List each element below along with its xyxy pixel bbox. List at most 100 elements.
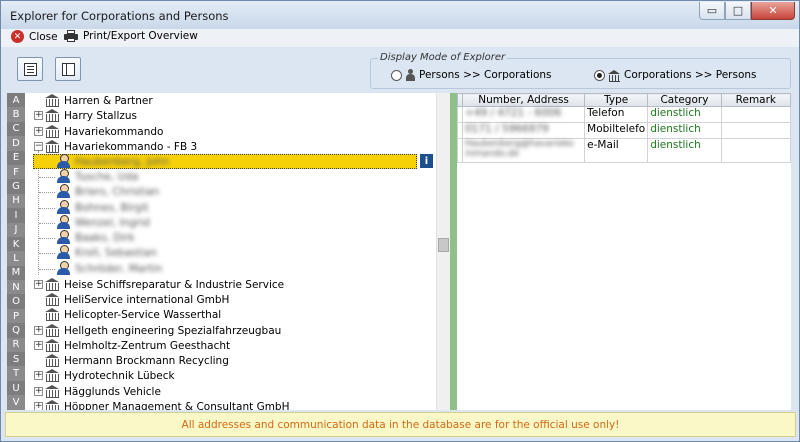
corporation-icon bbox=[45, 385, 60, 398]
corporation-tree[interactable]: i Harren & Partner + Harry Stallzus + Ha… bbox=[25, 93, 436, 410]
expand-toggle[interactable]: + bbox=[34, 326, 43, 335]
person-name: Schröder, Martin bbox=[75, 262, 163, 275]
corporation-icon bbox=[45, 125, 60, 138]
alpha-letter[interactable]: M bbox=[7, 266, 25, 280]
alpha-letter[interactable]: D bbox=[7, 136, 25, 151]
person-name: Baaks, Dirk bbox=[75, 231, 135, 244]
cell-category[interactable]: dienstlich bbox=[647, 138, 722, 163]
expand-toggle[interactable]: + bbox=[34, 402, 43, 410]
table-row[interactable]: 0171 / 5966979 Mobiltelefo dienstlich bbox=[457, 122, 792, 139]
person-icon bbox=[57, 230, 70, 244]
cell-remark[interactable] bbox=[720, 106, 792, 123]
tree-connector bbox=[39, 177, 55, 178]
status-notice: All addresses and communication data in … bbox=[5, 412, 796, 437]
expand-toggle[interactable]: + bbox=[34, 387, 43, 396]
tree-connector bbox=[39, 208, 55, 209]
panel-view-button[interactable] bbox=[55, 57, 81, 81]
radio-circle bbox=[391, 69, 402, 81]
mode-corporations-radio[interactable]: Corporations >> Persons bbox=[594, 69, 757, 82]
display-mode-label: Display Mode of Explorer bbox=[378, 52, 508, 63]
alpha-letter[interactable]: K bbox=[7, 237, 25, 251]
person-icon bbox=[57, 215, 70, 229]
cell-remark[interactable] bbox=[720, 122, 792, 139]
corporation-icon bbox=[45, 369, 60, 382]
corporation-icon bbox=[45, 324, 60, 337]
alpha-letter[interactable]: E bbox=[7, 151, 25, 165]
alpha-letter[interactable]: U bbox=[7, 381, 25, 395]
alpha-letter[interactable]: L bbox=[7, 251, 25, 266]
alpha-letter[interactable]: P bbox=[7, 308, 25, 324]
alpha-letter[interactable]: A bbox=[7, 93, 25, 107]
maximize-button[interactable]: □ bbox=[725, 2, 751, 20]
close-window-button[interactable]: ✕ bbox=[751, 2, 795, 20]
alpha-letter[interactable]: R bbox=[7, 337, 25, 353]
cell-number[interactable]: Haubenberg@havariekommando.de bbox=[461, 138, 586, 163]
cell-category[interactable]: dienstlich bbox=[647, 106, 722, 123]
list-view-button[interactable] bbox=[17, 57, 43, 81]
column-header-number[interactable]: Number, Address bbox=[461, 93, 586, 107]
alpha-letter[interactable]: T bbox=[7, 366, 25, 381]
collapse-toggle[interactable]: − bbox=[34, 142, 43, 151]
table-row[interactable]: Haubenberg@havariekommando.de e-Mail die… bbox=[457, 138, 792, 163]
person-icon bbox=[57, 200, 70, 214]
mode-persons-radio[interactable]: Persons >> Corporations bbox=[391, 69, 552, 81]
alpha-letter[interactable]: Q bbox=[7, 323, 25, 337]
alpha-letter[interactable]: H bbox=[7, 193, 25, 209]
column-header-type[interactable]: Type bbox=[584, 93, 649, 107]
cell-type[interactable]: e-Mail bbox=[584, 138, 649, 163]
cell-number[interactable]: 0171 / 5966979 bbox=[461, 122, 586, 139]
tree-item-label: Hermann Brockmann Recycling bbox=[64, 354, 229, 367]
alpha-letter[interactable]: O bbox=[7, 294, 25, 308]
expand-toggle[interactable]: + bbox=[34, 371, 43, 380]
cell-type[interactable]: Mobiltelefo bbox=[584, 122, 649, 139]
tree-item-label: Havariekommando bbox=[64, 125, 164, 138]
cell-type[interactable]: Telefon bbox=[584, 106, 649, 123]
tree-scrollbar[interactable] bbox=[436, 93, 450, 410]
person-name: Briers, Christian bbox=[75, 185, 160, 198]
expand-toggle[interactable]: + bbox=[34, 341, 43, 350]
print-export-button[interactable]: Print/Export Overview bbox=[64, 30, 198, 42]
contact-table: Number, Address Type Category Remark +49… bbox=[457, 93, 792, 163]
cell-number[interactable]: +49 / 4721 - 6006 bbox=[461, 106, 586, 123]
info-button[interactable]: i bbox=[420, 154, 433, 168]
table-row[interactable]: +49 / 4721 - 6006 Telefon dienstlich bbox=[457, 106, 792, 123]
cell-remark[interactable] bbox=[720, 138, 792, 163]
close-button[interactable]: ✕ Close bbox=[11, 30, 58, 43]
alpha-letter[interactable]: G bbox=[7, 179, 25, 193]
tree-connector bbox=[39, 192, 55, 193]
person-icon bbox=[405, 69, 416, 81]
tree-item-label: Harry Stallzus bbox=[64, 109, 138, 122]
pane-splitter[interactable] bbox=[450, 93, 457, 410]
corporation-icon bbox=[45, 339, 60, 352]
person-icon bbox=[57, 184, 70, 198]
scrollbar-thumb[interactable] bbox=[438, 238, 449, 252]
corporation-icon bbox=[45, 400, 60, 410]
corporation-icon bbox=[45, 308, 60, 321]
alpha-letter[interactable]: F bbox=[7, 164, 25, 180]
column-header-remark[interactable]: Remark bbox=[720, 93, 792, 107]
corporation-icon bbox=[45, 140, 60, 153]
tree-item-label: Hydrotechnik Lübeck bbox=[64, 369, 175, 382]
printer-icon bbox=[64, 30, 78, 42]
corporation-icon bbox=[45, 278, 60, 291]
minimize-button[interactable]: ▭ bbox=[699, 2, 725, 20]
alpha-letter[interactable]: C bbox=[7, 122, 25, 136]
expand-toggle[interactable]: + bbox=[34, 127, 43, 136]
expand-toggle[interactable]: + bbox=[34, 280, 43, 289]
alpha-letter[interactable]: B bbox=[7, 107, 25, 122]
alpha-letter[interactable]: S bbox=[7, 352, 25, 366]
tree-item-label: HeliService international GmbH bbox=[64, 293, 230, 306]
alpha-letter[interactable]: J bbox=[7, 222, 25, 237]
alpha-letter[interactable]: N bbox=[7, 280, 25, 295]
corporation-icon bbox=[45, 293, 60, 306]
expand-toggle[interactable]: + bbox=[34, 111, 43, 120]
person-icon bbox=[57, 154, 70, 168]
person-name: Kroll, Sebastian bbox=[75, 246, 157, 259]
cell-category[interactable]: dienstlich bbox=[647, 122, 722, 139]
column-header-category[interactable]: Category bbox=[647, 93, 722, 107]
alpha-letter[interactable]: I bbox=[7, 208, 25, 222]
tree-connector bbox=[39, 223, 55, 224]
title-bar: Explorer for Corporations and Persons ▭ … bbox=[1, 1, 799, 29]
contact-details-pane: Number, Address Type Category Remark +49… bbox=[457, 93, 792, 410]
alpha-letter[interactable]: V bbox=[7, 395, 25, 410]
